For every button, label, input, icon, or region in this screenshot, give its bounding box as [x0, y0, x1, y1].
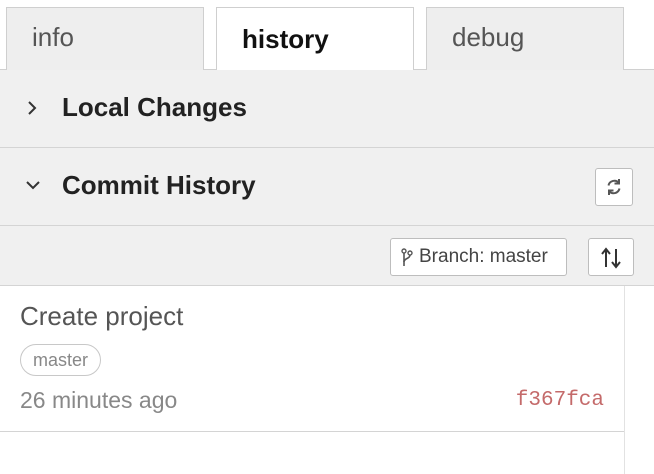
- tab-info-label: info: [32, 22, 74, 52]
- scrollbar[interactable]: [624, 286, 654, 474]
- sort-order-button[interactable]: [588, 238, 634, 276]
- branch-label: Branch: master: [419, 246, 548, 267]
- chevron-right-icon: [28, 101, 37, 115]
- commit-time: 26 minutes ago: [20, 387, 178, 413]
- git-panel: info history debug Local Changes Commit …: [0, 0, 654, 474]
- branch-select-button[interactable]: Branch: master: [390, 238, 567, 276]
- sort-arrows-icon: [601, 247, 621, 269]
- tab-debug[interactable]: debug: [426, 7, 624, 70]
- tab-history-label: history: [242, 24, 329, 54]
- commit-hash[interactable]: f367fca: [516, 389, 604, 412]
- commit-list: Create project master 26 minutes ago f36…: [0, 286, 624, 474]
- commit-row[interactable]: Create project master 26 minutes ago f36…: [0, 286, 624, 432]
- history-toolbar: Branch: master: [0, 226, 654, 286]
- refresh-button[interactable]: [595, 168, 633, 206]
- branch-badge: master: [20, 344, 102, 376]
- tab-debug-label: debug: [452, 22, 525, 52]
- chevron-down-icon: [26, 181, 40, 190]
- tab-info[interactable]: info: [6, 7, 204, 70]
- tab-history[interactable]: history: [216, 7, 414, 71]
- refresh-icon: [607, 179, 621, 195]
- commit-history-title: Commit History: [62, 170, 256, 200]
- commit-history-header[interactable]: Commit History: [0, 148, 654, 226]
- tab-bar: info history debug: [0, 0, 654, 71]
- local-changes-header[interactable]: Local Changes: [0, 70, 654, 148]
- commit-title: Create project: [20, 301, 184, 331]
- git-branch-icon: [401, 248, 413, 266]
- local-changes-title: Local Changes: [62, 92, 247, 122]
